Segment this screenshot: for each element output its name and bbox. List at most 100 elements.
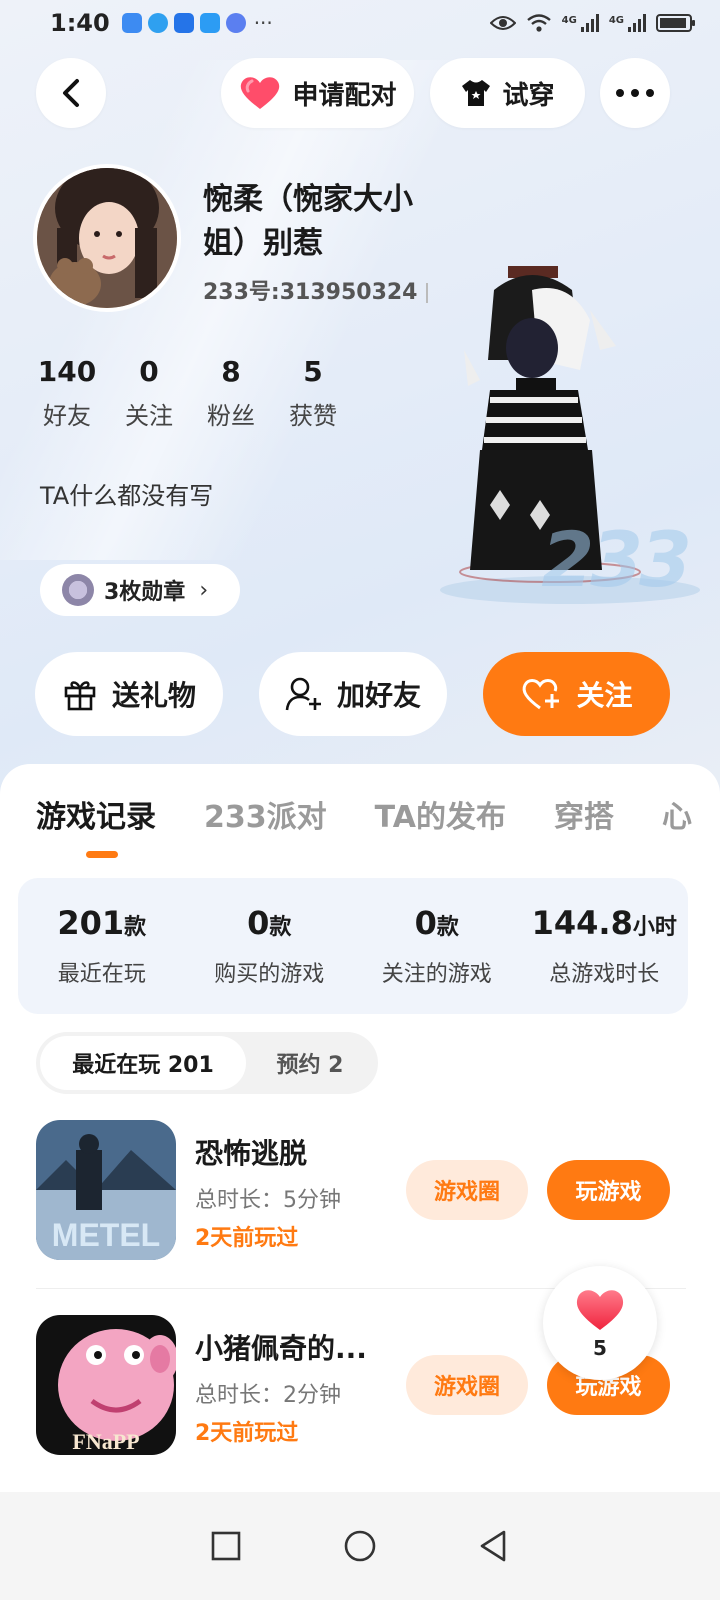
summary-number: 0 [414,904,437,942]
summary-label: 最近在玩 [57,962,146,987]
summary-label: 总游戏时长 [549,962,660,987]
back-icon[interactable] [478,1529,510,1563]
profile-tabs: 游戏记录 233派对 TA的发布 穿搭 心 [36,792,720,836]
game-list-segment: 最近在玩 201 预约 2 [36,1032,378,1094]
summary-label: 购买的游戏 [214,962,325,987]
stat-label: 好友 [43,402,91,430]
active-tab-indicator [86,851,118,858]
game-icon-text: FNaPP [72,1429,139,1454]
stat-label: 粉丝 [207,402,255,430]
stat-friends[interactable]: 140 好友 [26,354,108,431]
summary-unit: 款 [269,915,292,940]
eye-icon [489,16,516,30]
status-time: 1:40 [50,9,110,37]
status-bar: 1:40 ··· 4G 4G [0,0,720,46]
recent-apps-icon[interactable] [210,1530,242,1562]
heart-icon [576,1290,624,1330]
game-duration: 总时长：5分钟 [195,1188,341,1213]
cloud-app-icon [121,13,142,33]
cellular-signal-2-icon: 4G [609,14,646,32]
music-app-icon [225,13,246,33]
game-icon: FNaPP [36,1315,176,1455]
nickname: 惋柔（惋家大小姐）别惹 [203,182,413,261]
tab-233-party[interactable]: 233派对 [204,792,327,836]
deco-233-text: 233 [541,515,692,604]
try-on-button[interactable]: 试穿 [430,58,585,128]
status-indicators: 4G 4G [489,13,695,33]
stat-label: 获赞 [289,402,337,430]
more-options-button[interactable] [600,58,670,128]
follow-label: 关注 [576,679,633,712]
profile-stats: 140 好友 0 关注 8 粉丝 5 获赞 [26,354,354,431]
summary-followed[interactable]: 0款 关注的游戏 [353,878,521,1014]
stat-value: 8 [221,355,241,388]
summary-purchased[interactable]: 0款 购买的游戏 [186,878,354,1014]
request-pair-button[interactable]: 申请配对 [221,58,414,128]
gift-icon [64,681,96,711]
game-icon-text: METEL [52,1217,160,1253]
summary-total-time[interactable]: 144.8小时 总游戏时长 [521,878,689,1014]
send-gift-label: 送礼物 [111,679,196,712]
game-title: 小猪佩奇的... [195,1332,367,1365]
stat-fans[interactable]: 8 粉丝 [190,354,272,431]
back-button[interactable] [36,58,106,128]
try-on-label: 试穿 [502,80,555,111]
summary-number: 0 [247,904,270,942]
send-gift-button[interactable]: 送礼物 [35,652,223,736]
heart-icon [241,77,280,109]
stat-likes[interactable]: 5 获赞 [272,354,354,431]
game-circle-button[interactable]: 游戏圈 [406,1355,528,1415]
notification-icons [121,13,246,33]
search-app-icon [199,13,220,33]
follow-button[interactable]: 关注 [483,652,670,736]
stat-value: 140 [37,355,97,388]
chevron-right-icon: › [199,577,209,603]
add-friend-label: 加好友 [336,679,421,712]
user-id[interactable]: 233号:313950324 [203,274,428,306]
stat-label: 关注 [125,402,173,430]
floating-like-button[interactable]: 5 [543,1266,657,1380]
summary-recent[interactable]: 201款 最近在玩 [18,878,186,1014]
medals-button[interactable]: 3枚勋章 › [40,564,240,616]
home-icon[interactable] [343,1529,377,1563]
avatar[interactable] [33,164,181,312]
tab-game-records[interactable]: 游戏记录 [36,792,156,836]
stat-value: 0 [139,355,159,388]
request-pair-label: 申请配对 [292,80,397,111]
battery-icon [656,14,695,32]
summary-label: 关注的游戏 [381,962,492,987]
medals-label: 3枚勋章 [104,580,186,605]
segment-recent[interactable]: 最近在玩 201 [40,1036,246,1090]
more-notifications: ··· [253,11,273,35]
tab-posts[interactable]: TA的发布 [375,792,506,836]
tab-outfits[interactable]: 穿搭 [554,792,614,836]
game-last-played: 2天前玩过 [195,1226,299,1251]
avatar-image [37,168,177,308]
summary-number: 201 [57,904,125,942]
wifi-icon [526,14,551,32]
game-icon: METEL [36,1120,176,1260]
summary-unit: 小时 [632,915,677,940]
summary-unit: 款 [124,915,147,940]
bulb-app-icon [173,13,194,33]
segment-reserve[interactable]: 预约 2 [246,1036,374,1090]
summary-number: 144.8 [531,904,633,942]
play-game-button[interactable]: 玩游戏 [547,1160,670,1220]
heart-plus-icon [523,679,560,710]
add-user-icon [285,677,321,711]
tshirt-icon [462,80,491,106]
game-last-played: 2天前玩过 [195,1421,299,1446]
system-navigation-bar [0,1492,720,1600]
add-friend-button[interactable]: 加好友 [259,652,447,736]
stat-following[interactable]: 0 关注 [108,354,190,431]
browser-app-icon [147,13,168,33]
more-dots-icon [616,89,654,97]
cellular-signal-1-icon: 4G [562,14,599,32]
tab-more-partial[interactable]: 心 [662,792,692,836]
back-arrow-icon [63,79,79,107]
game-summary-card: 201款 最近在玩 0款 购买的游戏 0款 关注的游戏 144.8小时 总游戏时… [18,878,688,1014]
game-circle-button[interactable]: 游戏圈 [406,1160,528,1220]
bio-text: TA什么都没有写 [40,482,214,510]
stat-value: 5 [303,355,323,388]
user-id-text: 233号:313950324 [203,280,418,305]
